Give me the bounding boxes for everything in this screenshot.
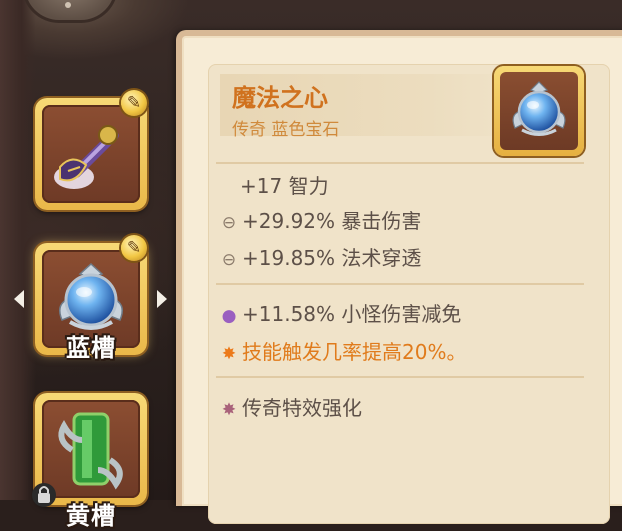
lock-icon: ● [221, 306, 237, 326]
sub-stat-spell-penetration: ⊖ +19.85% 法术穿透 [218, 242, 422, 271]
blue-slot-button[interactable]: ✎ 蓝槽 [35, 235, 147, 362]
stat-text: 技能触发几率提高20%。 [242, 340, 467, 364]
yellow-slot-button[interactable]: 黄槽 [32, 393, 147, 530]
hollow-circle-icon: ⊖ [221, 250, 237, 270]
upgrade-wrench-icon: ✎ [121, 235, 147, 261]
stat-text: +29.92% 暴击伤害 [242, 209, 422, 233]
divider [216, 376, 584, 378]
weapon-slot-button[interactable]: ✎ [35, 90, 147, 210]
base-stat-intelligence: +17 智力 [240, 170, 329, 199]
stat-text: 传奇特效强化 [242, 396, 362, 420]
legendary-effect-enhance: ✸ 传奇特效强化 [218, 392, 362, 421]
stat-text: +17 智力 [240, 174, 329, 198]
special-effect-skill-chance: ✸ 技能触发几率提高20%。 [218, 336, 467, 365]
staff-weapon-icon [54, 125, 119, 189]
star-burst-icon: ✸ [221, 400, 237, 420]
background-pillar [0, 0, 36, 500]
hollow-circle-icon: ⊖ [221, 213, 237, 233]
slot-label: 蓝槽 [66, 334, 116, 362]
divider [216, 162, 584, 164]
bonus-stat-minion-damage-reduction: ● +11.58% 小怪伤害减免 [218, 298, 462, 327]
selection-arrow-left-icon [14, 290, 24, 308]
star-burst-icon: ✸ [221, 344, 237, 364]
selection-arrow-right-icon [157, 290, 167, 308]
stat-text: +19.85% 法术穿透 [242, 246, 422, 270]
sub-stat-crit-damage: ⊖ +29.92% 暴击伤害 [218, 205, 422, 234]
item-name: 魔法之心 [232, 84, 328, 112]
stat-text: +11.58% 小怪伤害减免 [242, 302, 462, 326]
divider [216, 283, 584, 285]
upgrade-wrench-icon: ✎ [121, 90, 147, 116]
lock-icon [32, 483, 56, 507]
item-rarity-type: 传奇 蓝色宝石 [232, 120, 340, 140]
blue-gem-icon [512, 81, 566, 136]
item-icon-frame [494, 66, 584, 156]
